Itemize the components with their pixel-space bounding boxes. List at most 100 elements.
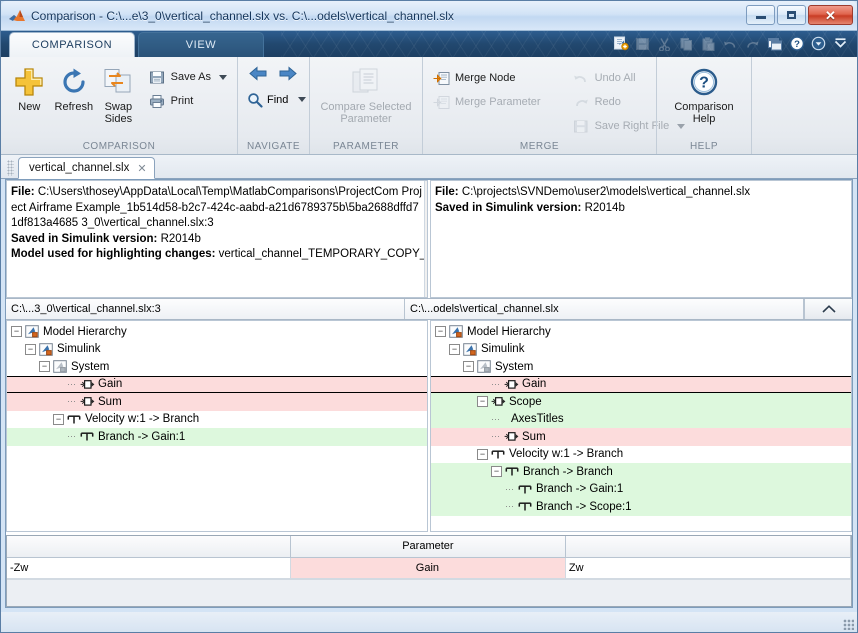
tree-node[interactable]: − System [7, 358, 427, 376]
save-as-button[interactable]: Save As [145, 66, 231, 88]
document-tab-label: vertical_channel.slx [29, 162, 130, 174]
help-icon: ? [689, 65, 719, 99]
tree-node[interactable]: − Simulink [7, 341, 427, 359]
print-label: Print [170, 95, 194, 107]
tab-view[interactable]: VIEW [138, 32, 264, 57]
tree-node[interactable]: ⋯ Sum [431, 428, 851, 446]
parameter-table-panel: Parameter -Zw Gain Zw [6, 535, 852, 607]
window-title: Comparison - C:\...e\3_0\vertical_channe… [31, 8, 454, 23]
collapse-info-button[interactable] [804, 299, 852, 319]
right-file-line: File: C:\projects\SVNDemo\user2\models\v… [435, 185, 847, 201]
undo-icon [573, 70, 590, 87]
tree-node[interactable]: − Velocity w:1 -> Branch [431, 446, 851, 464]
tree-collapse-toggle-icon[interactable]: − [53, 413, 64, 425]
parameter-table-header-row: Parameter [7, 536, 851, 558]
redo-label: Redo [594, 96, 621, 108]
print-button[interactable]: Print [145, 90, 231, 112]
comparison-help-button[interactable]: ? Comparison Help [663, 62, 745, 125]
tab-grip-handle[interactable] [7, 160, 14, 176]
resize-grip[interactable] [843, 619, 854, 630]
redo-icon [573, 94, 590, 111]
maximize-button[interactable] [777, 5, 806, 25]
print-icon [149, 93, 166, 110]
tree-node[interactable]: − Branch -> Branch [431, 463, 851, 481]
new-button[interactable]: New [7, 62, 52, 113]
tree-collapse-toggle-icon[interactable]: − [25, 343, 36, 355]
left-file-info: File: C:\Users\thosey\AppData\Local\Temp… [6, 180, 428, 298]
tree-node[interactable]: ⋯ Gain [431, 375, 851, 393]
arrow-left-icon[interactable] [248, 65, 270, 85]
comparison-help-label-line1: Comparison [674, 101, 734, 113]
left-info-scrollbar[interactable] [424, 181, 427, 297]
find-button[interactable]: Find [244, 91, 307, 108]
merge-parameter-button: Merge Parameter [429, 91, 545, 113]
parameter-table-row[interactable]: -Zw Gain Zw [7, 557, 851, 579]
chevron-down-icon[interactable] [219, 74, 227, 80]
document-tab-vertical-channel[interactable]: vertical_channel.slx ✕ [18, 157, 155, 179]
tree-collapse-toggle-icon[interactable]: − [435, 326, 446, 338]
block-icon [79, 395, 96, 409]
tree-node[interactable]: − Simulink [431, 341, 851, 359]
tree-node-label: Branch -> Gain:1 [98, 430, 186, 443]
tree-collapse-toggle-icon[interactable]: − [463, 361, 474, 373]
refresh-button-label: Refresh [54, 101, 94, 113]
parameter-col-left[interactable] [7, 536, 291, 558]
tree-node[interactable]: ⋯ Branch -> Gain:1 [431, 480, 851, 498]
document-tab-bar: vertical_channel.slx ✕ [1, 155, 857, 179]
comparison-help-label-line2: Help [692, 113, 716, 125]
tree-node-label: AxesTitles [511, 413, 564, 426]
merge-parameter-label: Merge Parameter [455, 96, 541, 108]
cut-icon [654, 34, 675, 53]
tree-collapse-toggle-icon[interactable]: − [449, 343, 460, 355]
tree-collapse-toggle-icon[interactable]: − [491, 466, 502, 478]
minimize-button[interactable] [746, 5, 775, 25]
minimize-ribbon-icon[interactable] [830, 34, 851, 53]
merge-node-button[interactable]: Merge Node [429, 67, 545, 89]
close-icon[interactable]: ✕ [137, 162, 146, 175]
swap-sides-button[interactable]: Swap Sides [96, 62, 141, 125]
tree-node[interactable]: ⋯ Sum [7, 393, 427, 411]
tree-node[interactable]: − System [431, 358, 851, 376]
tree-collapse-toggle-icon[interactable]: − [39, 361, 50, 373]
save-icon [573, 118, 590, 135]
tree-node[interactable]: ⋯ Branch -> Scope:1 [431, 498, 851, 516]
branch-icon [490, 447, 507, 461]
branch-icon [517, 482, 534, 496]
tree-node-label: Gain [98, 378, 123, 391]
find-label: Find [267, 93, 289, 106]
close-button[interactable]: ✕ [808, 5, 853, 25]
right-tree[interactable]: − Model Hierarchy − Simulink − System ⋯ Gain − Sc… [430, 320, 852, 532]
tree-node[interactable]: − Model Hierarchy [431, 323, 851, 341]
window-layout-icon[interactable] [764, 34, 785, 53]
chevron-down-icon[interactable] [298, 97, 307, 102]
tree-node[interactable]: ⋯ Gain [7, 375, 427, 393]
parameter-col-right[interactable] [565, 536, 851, 558]
tree-collapse-toggle-icon[interactable]: − [477, 396, 488, 408]
block-icon [490, 395, 507, 409]
help-icon[interactable]: ? [786, 34, 807, 53]
comparison-content: File: C:\Users\thosey\AppData\Local\Temp… [1, 179, 857, 612]
tree-node[interactable]: − Model Hierarchy [7, 323, 427, 341]
tree-node[interactable]: − Velocity w:1 -> Branch [7, 411, 427, 429]
refresh-button[interactable]: Refresh [52, 62, 97, 113]
tree-node[interactable]: ⋯ Branch -> Gain:1 [7, 428, 427, 446]
tree-node-label: Scope [509, 395, 542, 408]
customize-dropdown-icon[interactable] [808, 34, 829, 53]
save-icon [632, 34, 653, 53]
file-info-row: File: C:\Users\thosey\AppData\Local\Temp… [6, 180, 852, 298]
tree-node[interactable]: ⋯ AxesTitles [431, 410, 851, 428]
tree-node[interactable]: − Scope [431, 393, 851, 411]
merge-node-label: Merge Node [455, 72, 516, 84]
arrow-right-icon[interactable] [276, 65, 298, 85]
tree-collapse-toggle-icon[interactable]: − [11, 326, 22, 338]
tab-comparison[interactable]: COMPARISON [9, 32, 135, 57]
parameter-col-parameter[interactable]: Parameter [290, 536, 566, 558]
model-hierarchy-icon [38, 342, 55, 356]
new-comparison-icon[interactable] [610, 34, 631, 53]
search-icon [246, 91, 263, 108]
left-tree[interactable]: − Model Hierarchy − Simulink − System ⋯ Gain ⋯ Su… [6, 320, 428, 532]
svg-text:?: ? [699, 75, 709, 92]
tree-collapse-toggle-icon[interactable]: − [477, 448, 488, 460]
undo-all-label: Undo All [594, 72, 636, 84]
tree-line-connector: ⋯ [67, 431, 76, 442]
